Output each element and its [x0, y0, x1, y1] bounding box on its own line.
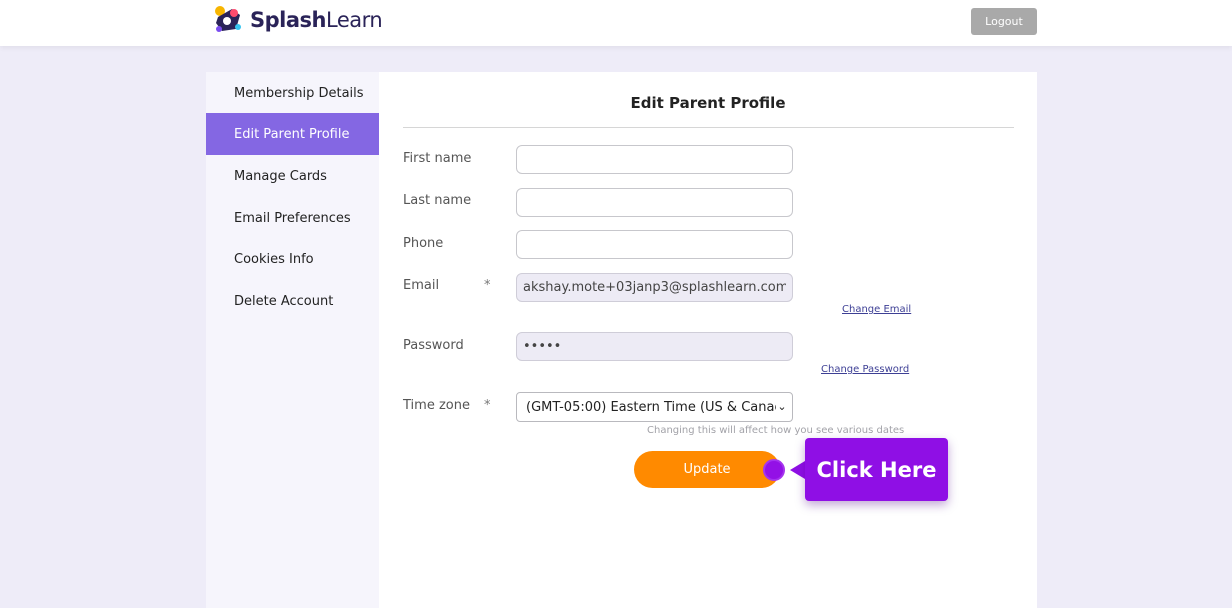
- email-label: Email: [403, 278, 440, 293]
- form-title: Edit Parent Profile: [630, 94, 786, 112]
- first-name-field[interactable]: [516, 145, 793, 174]
- password-field: [516, 332, 793, 361]
- sidebar-item-manage-cards[interactable]: Manage Cards: [206, 155, 379, 197]
- sidebar-item-email-preferences[interactable]: Email Preferences: [206, 197, 379, 239]
- password-label: Password: [403, 338, 464, 353]
- timezone-select[interactable]: (GMT-05:00) Eastern Time (US & Canac ⌄: [516, 392, 793, 422]
- logo-text-bold: Splash: [250, 8, 326, 32]
- edit-profile-form: Edit Parent Profile First name Last name…: [379, 72, 1037, 608]
- click-here-callout: Click Here: [805, 438, 948, 501]
- update-button[interactable]: Update: [634, 451, 780, 488]
- last-name-field[interactable]: [516, 188, 793, 217]
- logo-icon: [215, 6, 241, 32]
- chevron-down-icon: ⌄: [776, 400, 788, 413]
- timezone-selected-value: (GMT-05:00) Eastern Time (US & Canac: [526, 399, 782, 415]
- profile-card: Membership Details Edit Parent Profile M…: [206, 72, 1037, 608]
- logo-text: SplashLearn: [250, 8, 383, 32]
- sidebar-item-edit-parent-profile[interactable]: Edit Parent Profile: [206, 113, 379, 155]
- sidebar-item-cookies-info[interactable]: Cookies Info: [206, 238, 379, 280]
- callout-text: Click Here: [816, 457, 937, 482]
- last-name-label: Last name: [403, 193, 472, 208]
- callout-arrow: [790, 461, 805, 479]
- logout-button[interactable]: Logout: [971, 8, 1037, 35]
- hotspot-dot[interactable]: [763, 459, 785, 481]
- change-email-link[interactable]: Change Email: [842, 304, 911, 315]
- phone-label: Phone: [403, 236, 444, 251]
- timezone-required-mark: *: [484, 398, 491, 413]
- first-name-label: First name: [403, 151, 472, 166]
- top-bar: SplashLearn Logout: [0, 0, 1232, 46]
- logo-text-light: Learn: [325, 8, 383, 32]
- title-divider: [403, 127, 1014, 128]
- splashlearn-logo[interactable]: SplashLearn: [212, 4, 383, 36]
- settings-sidebar: Membership Details Edit Parent Profile M…: [206, 72, 379, 608]
- sidebar-item-delete-account[interactable]: Delete Account: [206, 280, 379, 322]
- change-password-link[interactable]: Change Password: [821, 364, 909, 375]
- phone-field[interactable]: [516, 230, 793, 259]
- email-required-mark: *: [484, 278, 491, 293]
- sidebar-item-membership-details[interactable]: Membership Details: [206, 72, 379, 114]
- timezone-hint: Changing this will affect how you see va…: [647, 425, 905, 436]
- timezone-label: Time zone: [403, 398, 470, 413]
- email-field: [516, 273, 793, 302]
